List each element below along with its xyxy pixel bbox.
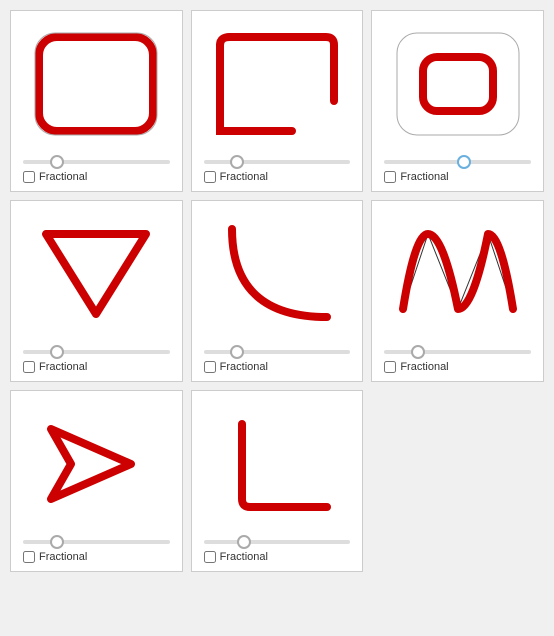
checkbox-row-8: Fractional — [204, 551, 268, 563]
shape-area-7 — [21, 399, 171, 529]
slider-6[interactable] — [384, 350, 531, 354]
fractional-checkbox-3[interactable] — [384, 171, 396, 183]
shape-area-1 — [21, 19, 171, 149]
slider-row-7[interactable] — [23, 533, 170, 547]
shape-area-4 — [21, 209, 171, 339]
card-rounded-rect-partial: Fractional — [191, 10, 364, 192]
fractional-checkbox-7[interactable] — [23, 551, 35, 563]
checkbox-row-1: Fractional — [23, 171, 87, 183]
slider-row-1[interactable] — [23, 153, 170, 167]
slider-5[interactable] — [204, 350, 351, 354]
fractional-checkbox-1[interactable] — [23, 171, 35, 183]
card-curve: Fractional — [191, 200, 364, 382]
fractional-checkbox-2[interactable] — [204, 171, 216, 183]
controls-2: Fractional — [200, 153, 355, 183]
checkbox-row-6: Fractional — [384, 361, 448, 373]
slider-row-4[interactable] — [23, 343, 170, 357]
card-corner: Fractional — [191, 390, 364, 572]
controls-1: Fractional — [19, 153, 174, 183]
card-triangle: Fractional — [10, 200, 183, 382]
slider-row-5[interactable] — [204, 343, 351, 357]
checkbox-row-3: Fractional — [384, 171, 448, 183]
fractional-label-1: Fractional — [39, 171, 87, 183]
shape-area-6 — [383, 209, 533, 339]
shape-area-8 — [202, 399, 352, 529]
checkbox-row-5: Fractional — [204, 361, 268, 373]
slider-row-3[interactable] — [384, 153, 531, 167]
fractional-label-6: Fractional — [400, 361, 448, 373]
slider-8[interactable] — [204, 540, 351, 544]
slider-2[interactable] — [204, 160, 351, 164]
card-wave: Fractional — [371, 200, 544, 382]
fractional-checkbox-5[interactable] — [204, 361, 216, 373]
slider-row-2[interactable] — [204, 153, 351, 167]
controls-4: Fractional — [19, 343, 174, 373]
card-arrow: Fractional — [10, 390, 183, 572]
slider-3[interactable] — [384, 160, 531, 164]
fractional-label-2: Fractional — [220, 171, 268, 183]
shape-area-2 — [202, 19, 352, 149]
controls-6: Fractional — [380, 343, 535, 373]
fractional-label-7: Fractional — [39, 551, 87, 563]
fractional-checkbox-8[interactable] — [204, 551, 216, 563]
fractional-label-8: Fractional — [220, 551, 268, 563]
slider-row-8[interactable] — [204, 533, 351, 547]
shape-grid: Fractional Fractional — [10, 10, 544, 572]
controls-8: Fractional — [200, 533, 355, 563]
checkbox-row-7: Fractional — [23, 551, 87, 563]
slider-7[interactable] — [23, 540, 170, 544]
card-rounded-rect-small: Fractional — [371, 10, 544, 192]
slider-1[interactable] — [23, 160, 170, 164]
fractional-label-4: Fractional — [39, 361, 87, 373]
controls-7: Fractional — [19, 533, 174, 563]
shape-area-3 — [383, 19, 533, 149]
fractional-checkbox-4[interactable] — [23, 361, 35, 373]
fractional-label-3: Fractional — [400, 171, 448, 183]
controls-3: Fractional — [380, 153, 535, 183]
checkbox-row-4: Fractional — [23, 361, 87, 373]
controls-5: Fractional — [200, 343, 355, 373]
slider-4[interactable] — [23, 350, 170, 354]
fractional-label-5: Fractional — [220, 361, 268, 373]
fractional-checkbox-6[interactable] — [384, 361, 396, 373]
card-rounded-rect-full: Fractional — [10, 10, 183, 192]
shape-area-5 — [202, 209, 352, 339]
slider-row-6[interactable] — [384, 343, 531, 357]
checkbox-row-2: Fractional — [204, 171, 268, 183]
